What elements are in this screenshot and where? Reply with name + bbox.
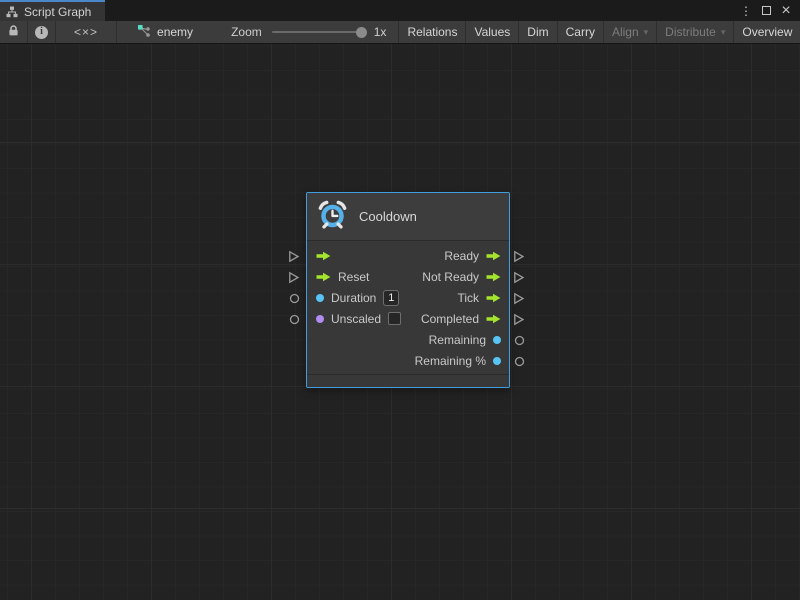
tab-title: Script Graph [24, 5, 91, 19]
zoom-slider-knob[interactable] [356, 27, 367, 38]
output-port-remaining[interactable]: Remaining [415, 329, 509, 350]
zoom-slider-track[interactable] [272, 31, 364, 33]
input-port-reset[interactable]: Reset [307, 266, 401, 287]
flow-socket-outline-icon[interactable] [513, 250, 525, 263]
align-label: Align [612, 25, 639, 39]
zoom-slider[interactable] [272, 26, 364, 38]
zoom-label: Zoom [231, 25, 262, 39]
value-port-icon [316, 294, 324, 302]
kebab-menu-icon[interactable]: ⋮ [738, 2, 754, 20]
dim-button[interactable]: Dim [519, 21, 557, 43]
flow-socket-outline-icon[interactable] [288, 250, 300, 263]
graph-hierarchy-icon [6, 6, 18, 18]
chevron-down-icon: ▾ [721, 27, 726, 38]
output-port-not-ready[interactable]: Not Ready [415, 266, 509, 287]
flow-socket-outline-icon[interactable] [288, 271, 300, 284]
overview-button[interactable]: Overview [734, 21, 800, 43]
port-label: Unscaled [331, 312, 381, 326]
value-port-icon [493, 357, 501, 365]
input-port-enter[interactable] [307, 245, 401, 266]
flow-arrow-icon [316, 272, 331, 282]
distribute-dropdown[interactable]: Distribute ▾ [657, 21, 734, 43]
window-controls: ⋮ × [738, 0, 800, 21]
code-view-button[interactable]: <×> [56, 21, 117, 43]
script-graph-asset-icon [137, 24, 151, 41]
alarm-clock-icon [317, 199, 348, 235]
flow-arrow-icon [486, 314, 501, 324]
graph-reference-label: enemy [157, 25, 193, 39]
output-port-tick[interactable]: Tick [415, 287, 509, 308]
input-port-unscaled[interactable]: Unscaled [307, 308, 401, 329]
lock-button[interactable] [0, 21, 28, 43]
tab-bar: Script Graph ⋮ × [0, 0, 800, 21]
graph-toolbar: <×> enemy Zoom 1x Relations Values [0, 21, 800, 44]
port-label: Remaining % [415, 354, 486, 368]
tab-script-graph[interactable]: Script Graph [0, 0, 105, 21]
values-button[interactable]: Values [466, 21, 519, 43]
port-label: Ready [444, 249, 479, 263]
flow-arrow-icon [316, 251, 331, 261]
output-port-completed[interactable]: Completed [415, 308, 509, 329]
port-label: Tick [457, 291, 479, 305]
node-footer [307, 374, 509, 387]
chevron-down-icon: ▾ [644, 27, 649, 38]
flow-socket-outline-icon[interactable] [513, 313, 525, 326]
duration-value-field[interactable] [383, 290, 399, 306]
graph-canvas[interactable]: Cooldown Reset [0, 44, 800, 600]
lock-icon [7, 24, 20, 40]
align-dropdown[interactable]: Align ▾ [604, 21, 657, 43]
input-ports-column: Reset Duration Unscaled [307, 245, 401, 374]
value-socket-outline-icon[interactable] [289, 314, 300, 325]
unscaled-checkbox[interactable] [388, 312, 401, 325]
cooldown-node-header[interactable]: Cooldown [307, 193, 509, 241]
flow-socket-outline-icon[interactable] [513, 292, 525, 305]
info-icon [35, 26, 48, 39]
port-label: Duration [331, 291, 376, 305]
close-icon[interactable]: × [778, 2, 794, 20]
output-port-ready[interactable]: Ready [415, 245, 509, 266]
input-port-duration[interactable]: Duration [307, 287, 401, 308]
value-socket-outline-icon[interactable] [514, 335, 525, 346]
code-icon: <×> [74, 25, 98, 39]
output-ports-column: Ready Not Ready Tick [415, 245, 509, 374]
port-label: Not Ready [422, 270, 479, 284]
graph-breadcrumb[interactable]: enemy [117, 21, 203, 43]
port-label: Remaining [429, 333, 486, 347]
port-label: Completed [421, 312, 479, 326]
zoom-control: Zoom 1x [203, 21, 399, 43]
value-socket-outline-icon[interactable] [289, 293, 300, 304]
script-graph-window: Script Graph ⋮ × <×> [0, 0, 800, 600]
zoom-value: 1x [374, 25, 387, 39]
info-button[interactable] [28, 21, 56, 43]
cooldown-node[interactable]: Cooldown Reset [306, 192, 510, 388]
flow-socket-outline-icon[interactable] [513, 271, 525, 284]
flow-arrow-icon [486, 293, 501, 303]
node-ports: Reset Duration Unscaled [307, 241, 509, 374]
flow-arrow-icon [486, 272, 501, 282]
carry-button[interactable]: Carry [558, 21, 604, 43]
maximize-square-glyph [762, 6, 771, 15]
bool-port-icon [316, 315, 324, 323]
value-socket-outline-icon[interactable] [514, 356, 525, 367]
maximize-icon[interactable] [758, 2, 774, 20]
node-title: Cooldown [359, 209, 417, 224]
value-port-icon [493, 336, 501, 344]
distribute-label: Distribute [665, 25, 716, 39]
relations-button[interactable]: Relations [399, 21, 466, 43]
flow-arrow-icon [486, 251, 501, 261]
port-label: Reset [338, 270, 369, 284]
output-port-remaining-pct[interactable]: Remaining % [415, 350, 509, 371]
